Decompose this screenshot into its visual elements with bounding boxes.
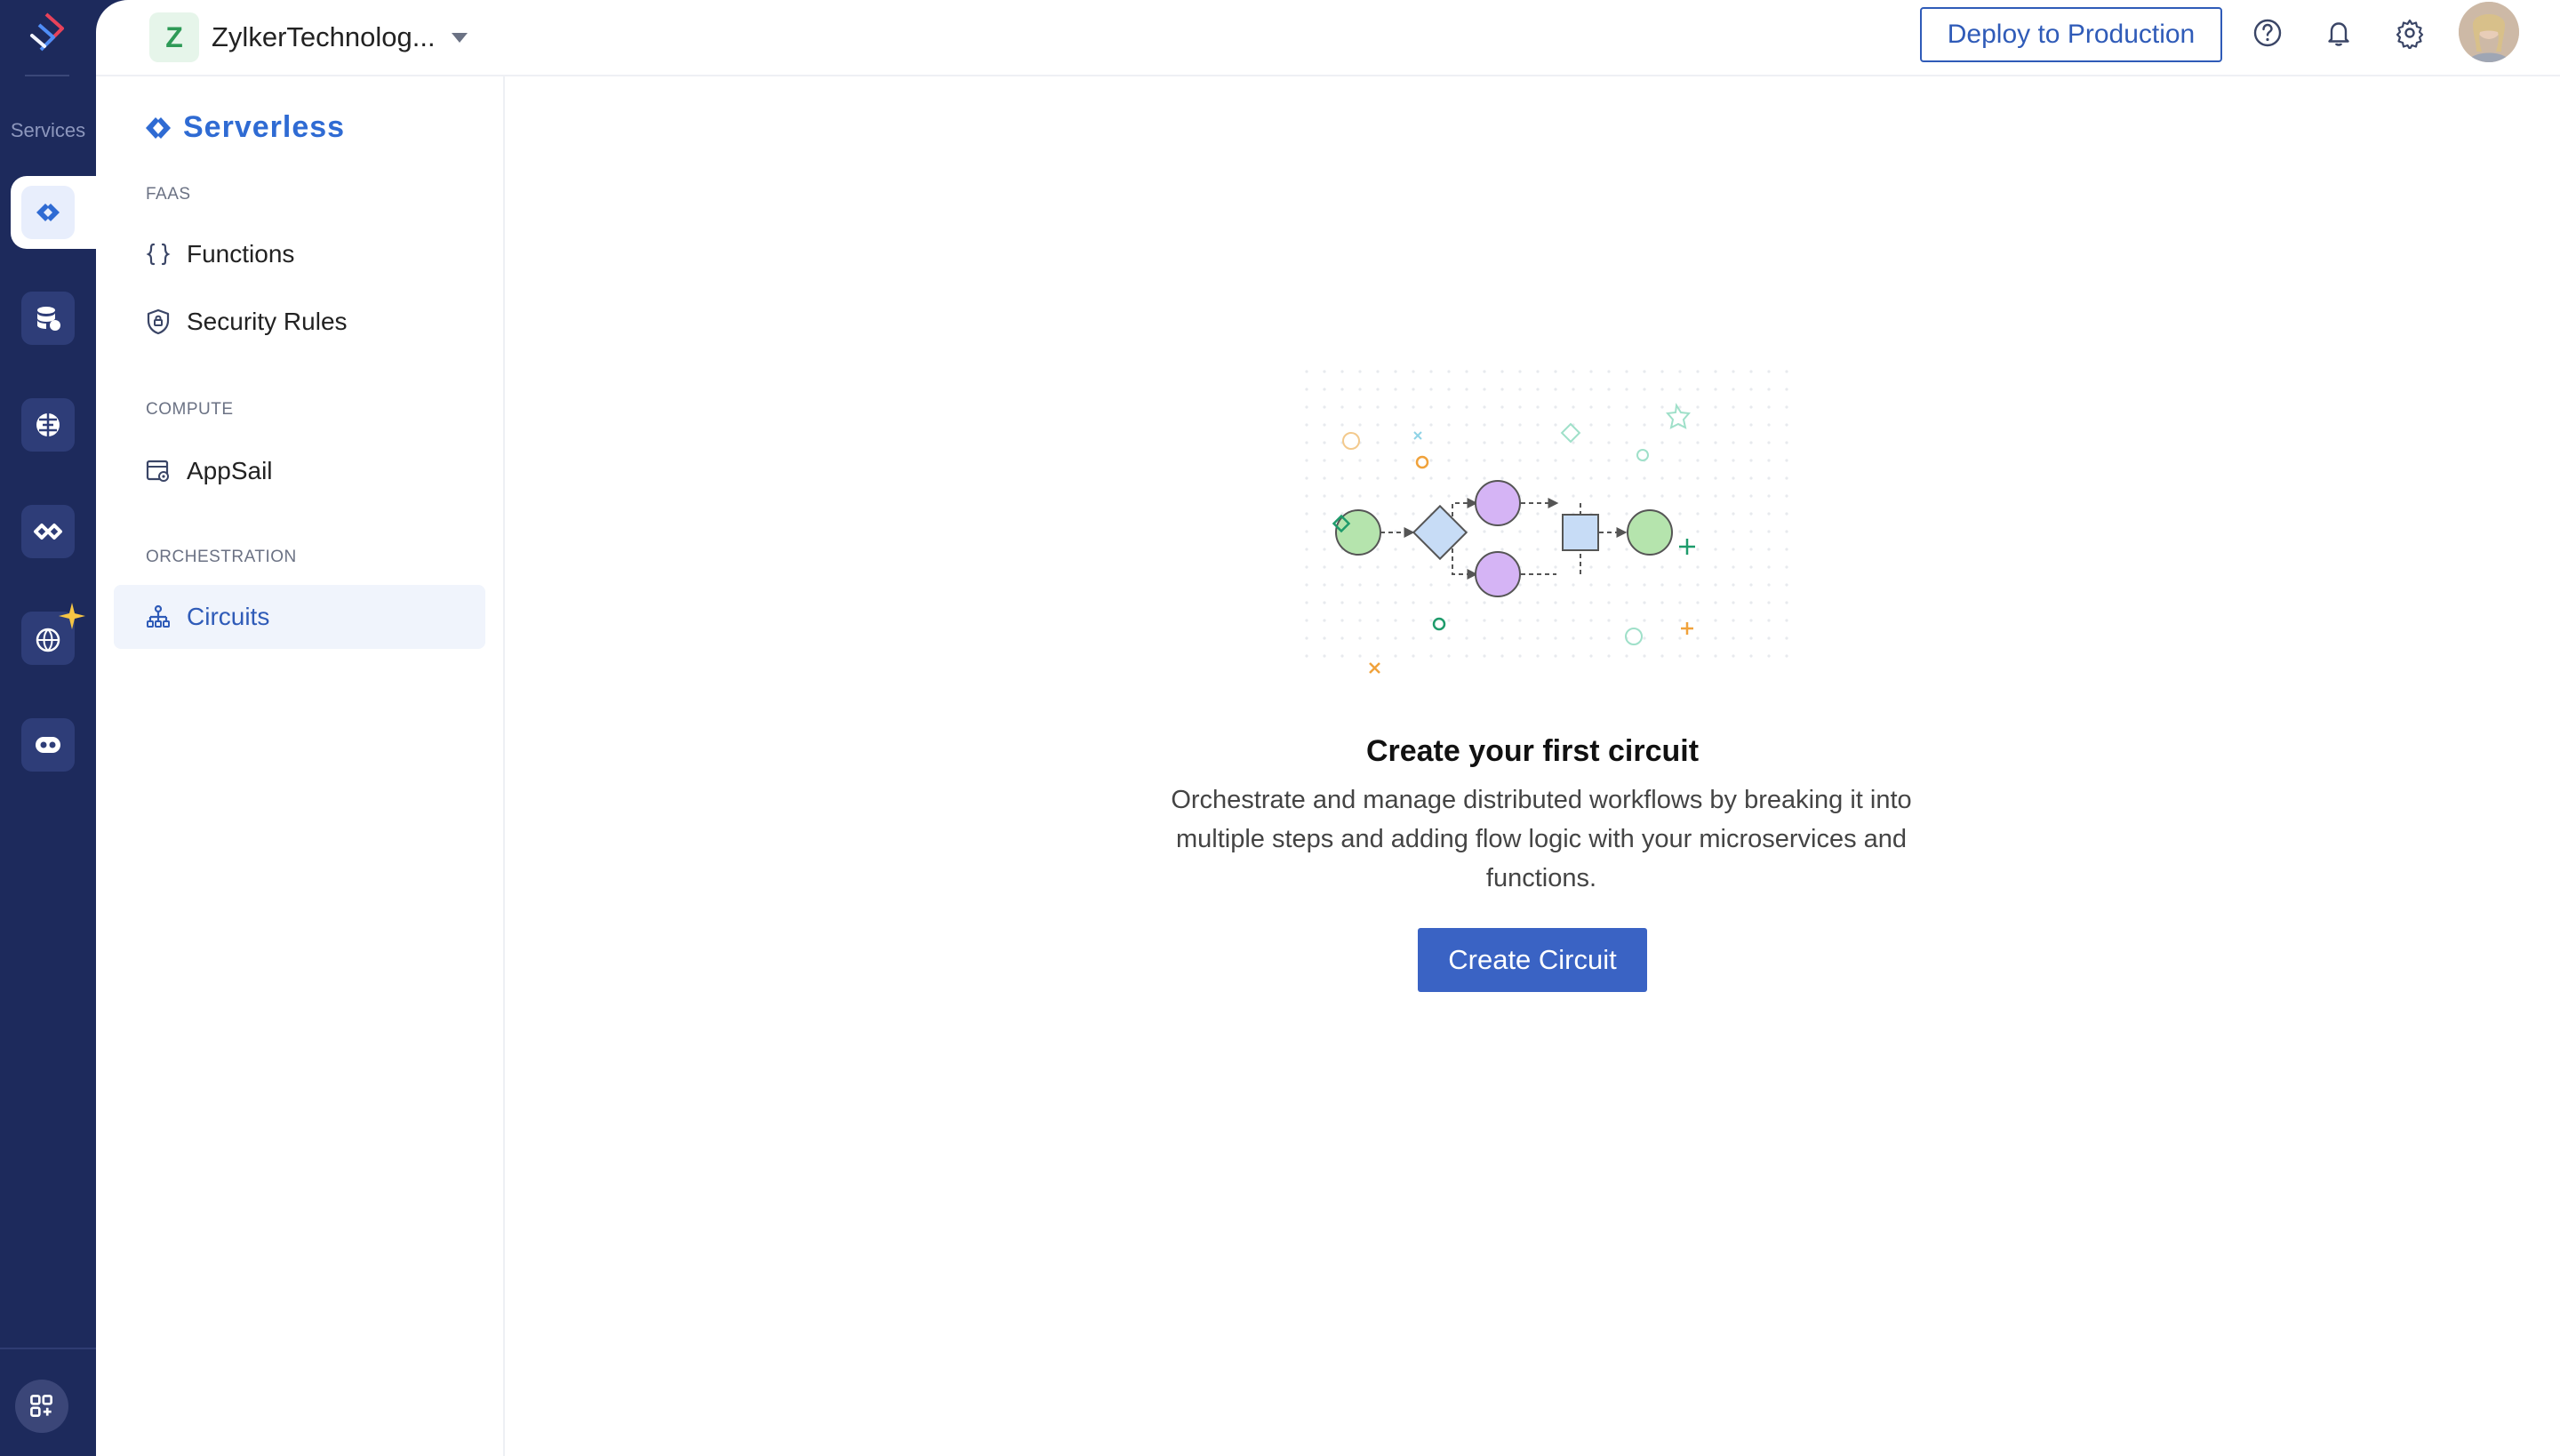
slate-icon[interactable] xyxy=(21,718,75,772)
rail-divider xyxy=(25,75,69,76)
settings-gear-icon[interactable] xyxy=(2389,12,2430,53)
bell-icon[interactable] xyxy=(2318,12,2359,53)
devops-icon[interactable] xyxy=(21,505,75,558)
serverless-icon[interactable] xyxy=(21,186,75,239)
catalyst-logo[interactable] xyxy=(23,9,73,62)
main-content: Create your first circuit Orchestrate an… xyxy=(505,76,2560,1456)
sidebar-item-security-rules[interactable]: Security Rules xyxy=(114,290,485,354)
appsail-icon xyxy=(146,460,169,482)
circuits-icon xyxy=(147,604,170,628)
braces-icon xyxy=(146,243,171,266)
deploy-to-production-button[interactable]: Deploy to Production xyxy=(1920,7,2222,62)
rail-bottom-divider xyxy=(0,1348,96,1349)
create-circuit-button[interactable]: Create Circuit xyxy=(1418,928,1647,992)
sidebar-item-functions[interactable]: Functions xyxy=(114,222,485,286)
section-faas: FAAS xyxy=(146,185,191,204)
service-rail: Services xyxy=(0,0,100,1456)
sidebar-title-text: Serverless xyxy=(183,110,346,144)
help-icon[interactable] xyxy=(2247,12,2288,53)
sidebar-item-label: AppSail xyxy=(187,457,273,484)
services-label: Services xyxy=(10,119,86,141)
org-badge: Z xyxy=(149,12,199,62)
section-orchestration: ORCHESTRATION xyxy=(146,548,297,566)
sidebar-item-circuits[interactable]: Circuits xyxy=(114,585,485,649)
apps-grid-icon[interactable] xyxy=(15,1380,68,1433)
circuit-illustration xyxy=(1296,370,1794,674)
serverless-sidebar: Serverless FAAS Functions Security Rules… xyxy=(96,76,505,1456)
sparkle-icon xyxy=(59,603,85,629)
section-compute: COMPUTE xyxy=(146,400,234,419)
serverless-logo-icon xyxy=(146,116,171,139)
sidebar-item-label: Circuits xyxy=(187,603,270,630)
cloudscale-icon[interactable] xyxy=(21,292,75,345)
sidebar-item-label: Security Rules xyxy=(187,308,348,335)
sidebar-item-label: Functions xyxy=(187,240,295,268)
org-name: ZylkerTechnolog... xyxy=(212,21,436,52)
user-avatar[interactable] xyxy=(2459,2,2519,62)
sidebar-title: Serverless xyxy=(142,110,345,145)
empty-state-description: Orchestrate and manage distributed workf… xyxy=(1171,786,1912,892)
shield-icon xyxy=(147,308,170,335)
sidebar-item-appsail[interactable]: AppSail xyxy=(114,439,485,503)
caret-down-icon xyxy=(451,32,468,43)
top-bar: Z ZylkerTechnolog... Deploy to Productio… xyxy=(96,0,2560,76)
app-container: Z ZylkerTechnolog... Deploy to Productio… xyxy=(96,0,2560,1456)
quickml-icon[interactable] xyxy=(21,398,75,452)
org-switcher[interactable]: Z ZylkerTechnolog... xyxy=(149,9,468,66)
empty-state-title: Create your first circuit xyxy=(1365,734,1700,768)
